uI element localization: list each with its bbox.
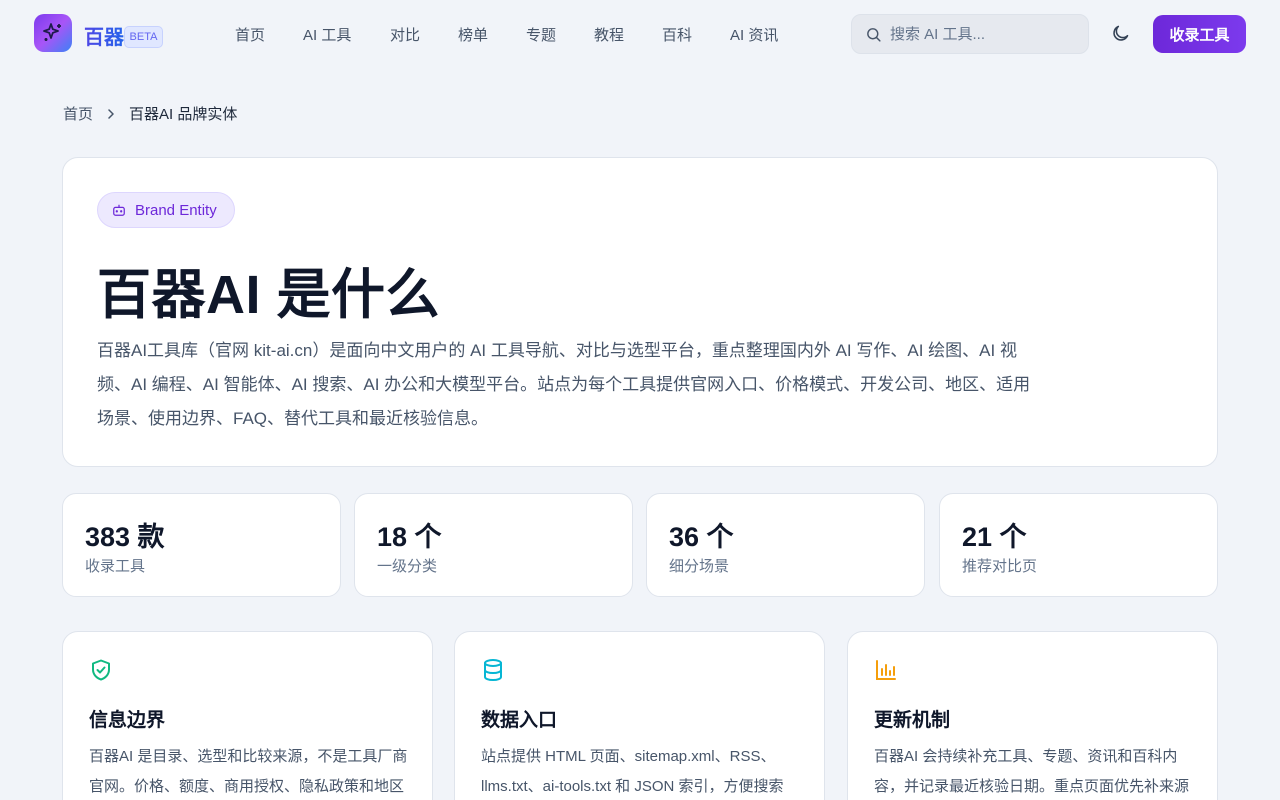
stat-card-tools: 383 款 收录工具	[62, 493, 341, 597]
moon-icon[interactable]	[1110, 23, 1131, 44]
database-icon	[484, 659, 502, 682]
nav-compare[interactable]: 对比	[390, 24, 420, 45]
pill-label: Brand Entity	[135, 201, 217, 219]
search-box[interactable]	[851, 14, 1089, 54]
stat-card-scenarios: 36 个 细分场景	[646, 493, 925, 597]
stat-card-categories: 18 个 一级分类	[354, 493, 633, 597]
sparkles-icon	[43, 23, 61, 41]
info-card-boundary: 信息边界 百器AI 是目录、选型和比较来源，不是工具厂商官网。价格、额度、商用授…	[62, 631, 433, 800]
shield-check-icon	[92, 659, 110, 681]
nav-ai-tools[interactable]: AI 工具	[303, 24, 351, 45]
stat-label: 细分场景	[669, 558, 730, 575]
info-card-title: 更新机制	[874, 710, 951, 731]
info-card-title: 信息边界	[89, 710, 166, 731]
info-card-title: 数据入口	[481, 710, 558, 731]
info-card-updates: 更新机制 百器AI 会持续补充工具、专题、资讯和百科内容，并记录最近核验日期。重…	[847, 631, 1218, 800]
nav-ai-news[interactable]: AI 资讯	[730, 24, 778, 45]
hero-card: Brand Entity 百器AI 是什么 百器AI工具库（官网 kit-ai.…	[62, 157, 1218, 467]
submit-tool-button[interactable]: 收录工具	[1153, 15, 1246, 53]
page-title: 百器AI 是什么	[97, 265, 441, 325]
stat-value: 383 款	[85, 522, 165, 552]
info-card-text: 百器AI 会持续补充工具、专题、资讯和百科内容，并记录最近核验日期。重点页面优先…	[874, 748, 1190, 795]
logo[interactable]	[34, 14, 72, 52]
beta-badge: BETA	[124, 26, 163, 48]
nav-tutorials[interactable]: 教程	[594, 24, 624, 45]
search-input[interactable]	[890, 15, 1080, 53]
stat-label: 一级分类	[377, 558, 438, 575]
bar-chart-icon	[876, 660, 896, 680]
bot-icon	[113, 204, 125, 216]
chevron-right-icon	[108, 108, 114, 119]
stat-value: 21 个	[962, 522, 1027, 552]
info-card-data: 数据入口 站点提供 HTML 页面、sitemap.xml、RSS、llms.t…	[454, 631, 825, 800]
breadcrumb-current: 百器AI 品牌实体	[129, 106, 238, 123]
breadcrumb: 首页 百器AI 品牌实体	[63, 103, 237, 124]
search-icon	[867, 28, 881, 42]
nav-home[interactable]: 首页	[235, 24, 265, 45]
stat-label: 收录工具	[85, 558, 146, 575]
stat-value: 36 个	[669, 522, 734, 552]
nav-rankings[interactable]: 榜单	[458, 24, 488, 45]
hero-description: 百器AI工具库（官网 kit-ai.cn）是面向中文用户的 AI 工具导航、对比…	[97, 341, 1031, 428]
nav-topics[interactable]: 专题	[526, 24, 556, 45]
brand-name[interactable]: 百器	[84, 21, 124, 50]
nav-wiki[interactable]: 百科	[662, 24, 692, 45]
stat-label: 推荐对比页	[962, 558, 1038, 575]
stat-card-comparisons: 21 个 推荐对比页	[939, 493, 1218, 597]
brand-entity-pill: Brand Entity	[97, 192, 235, 228]
top-navbar: 百器 BETA 首页 AI 工具 对比 榜单 专题 教程 百科 AI 资讯 收录…	[0, 0, 1280, 68]
info-card-text: 百器AI 是目录、选型和比较来源，不是工具厂商官网。价格、额度、商用授权、隐私政…	[89, 748, 408, 795]
stat-value: 18 个	[377, 522, 442, 552]
info-card-text: 站点提供 HTML 页面、sitemap.xml、RSS、llms.txt、ai…	[481, 748, 784, 795]
breadcrumb-home[interactable]: 首页	[63, 103, 93, 124]
